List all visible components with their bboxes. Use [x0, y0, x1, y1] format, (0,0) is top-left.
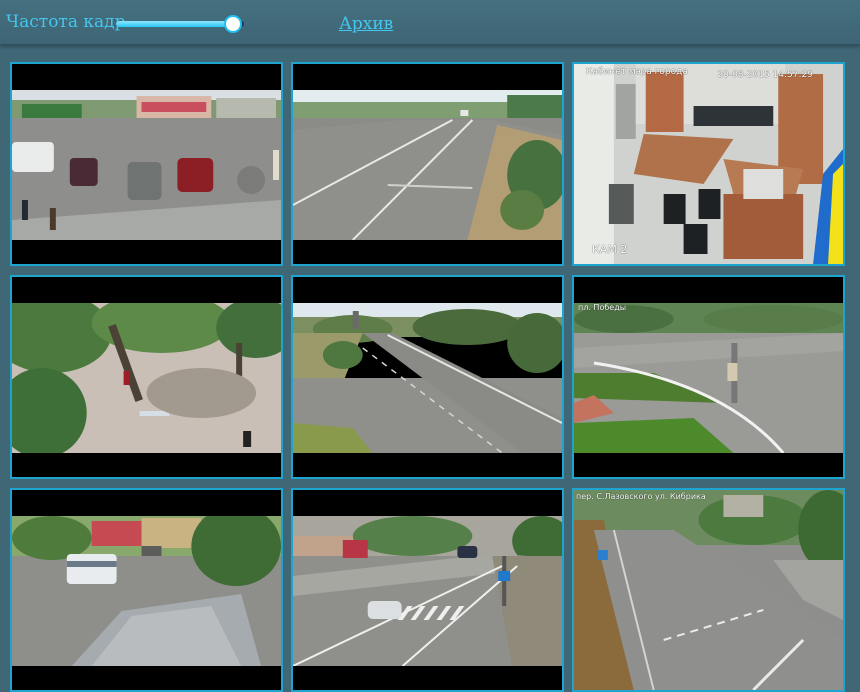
- camera-tile[interactable]: [10, 488, 283, 692]
- camera-tile[interactable]: [291, 62, 564, 266]
- camera-osd-title: пер. С.Лазовского ул. Кибрика: [576, 492, 706, 501]
- archive-link[interactable]: Архив: [339, 14, 393, 34]
- camera-feed-image: [293, 516, 562, 666]
- camera-osd-label: КАМ 2: [592, 243, 628, 256]
- frame-rate-label: Частота кадр: [6, 12, 126, 32]
- camera-feed-image: [574, 490, 843, 690]
- camera-osd-timestamp: 20-08-2015 14:57:29: [717, 70, 813, 80]
- camera-osd-title: пл. Победы: [578, 303, 627, 312]
- top-toolbar: Частота кадр Архив: [0, 0, 860, 45]
- camera-feed-image: [12, 303, 281, 453]
- slider-fill: [116, 21, 232, 27]
- camera-grid: Кабинет мэра города 20-08-2015 14:57:29 …: [10, 62, 845, 692]
- camera-feed-image: [293, 303, 562, 453]
- camera-tile[interactable]: [291, 488, 564, 692]
- camera-feed-image: [574, 64, 843, 264]
- camera-tile[interactable]: [291, 275, 564, 479]
- camera-tile[interactable]: пер. С.Лазовского ул. Кибрика: [572, 488, 845, 692]
- frame-rate-slider[interactable]: [116, 14, 252, 34]
- camera-tile[interactable]: [10, 275, 283, 479]
- camera-feed-image: [574, 303, 843, 453]
- camera-tile[interactable]: [10, 62, 283, 266]
- camera-tile[interactable]: пл. Победы: [572, 275, 845, 479]
- slider-thumb[interactable]: [224, 15, 243, 33]
- camera-tile[interactable]: Кабинет мэра города 20-08-2015 14:57:29 …: [572, 62, 845, 266]
- camera-feed-image: [12, 90, 281, 240]
- camera-feed-image: [293, 90, 562, 240]
- camera-osd-title: Кабинет мэра города: [586, 67, 688, 77]
- camera-feed-image: [12, 516, 281, 666]
